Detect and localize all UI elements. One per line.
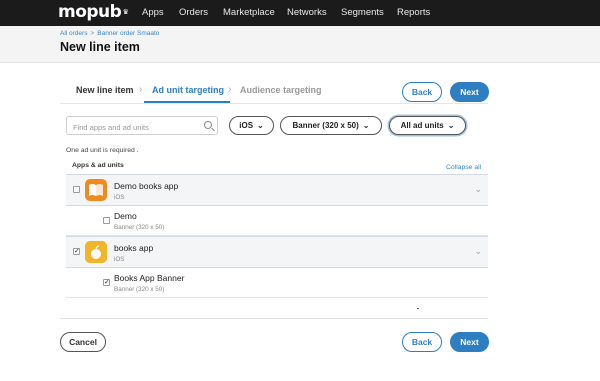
list-header: Apps & ad units xyxy=(72,162,124,169)
books-app-icon xyxy=(85,179,107,201)
ad-unit-row-demo[interactable]: Demo Banner (320 x 50) xyxy=(66,206,488,236)
app-platform: iOS xyxy=(114,256,125,263)
chevron-right-icon: › xyxy=(228,84,232,95)
chevron-down-icon: ⌄ xyxy=(362,121,370,130)
format-filter[interactable]: Banner (320 x 50) ⌄ xyxy=(280,116,382,135)
nav-segments[interactable]: Segments xyxy=(341,7,384,19)
nav-reports[interactable]: Reports xyxy=(397,7,430,19)
next-button-top[interactable]: Next xyxy=(450,82,489,102)
ad-unit-checkbox-books-banner[interactable]: ✓ xyxy=(103,279,110,286)
ad-unit-name: Demo xyxy=(114,211,137,221)
scope-filter-label: All ad units xyxy=(400,121,444,130)
format-filter-label: Banner (320 x 50) xyxy=(292,121,359,130)
ad-unit-row-books-banner[interactable]: ✓ Books App Banner Banner (320 x 50) xyxy=(66,268,488,298)
chevron-right-icon: › xyxy=(139,84,143,95)
ad-unit-checkbox-demo[interactable] xyxy=(103,217,110,224)
mopub-logo[interactable]: mopub ♛ xyxy=(58,2,129,22)
app-checkbox-demo-books[interactable] xyxy=(73,186,80,193)
back-button-bottom[interactable]: Back xyxy=(402,332,442,352)
app-checkbox-books[interactable]: ✓ xyxy=(73,248,80,255)
platform-filter[interactable]: iOS ⌄ xyxy=(229,116,274,135)
crown-icon: ♛ xyxy=(122,8,129,16)
app-name: books app xyxy=(114,243,154,253)
scope-filter[interactable]: All ad units ⌄ xyxy=(389,116,466,135)
nav-orders[interactable]: Orders xyxy=(179,7,208,19)
chevron-down-icon[interactable]: ⌄ xyxy=(474,246,482,257)
page-header: All orders > Banner order Smaato New line … xyxy=(0,26,600,63)
nav-marketplace[interactable]: Marketplace xyxy=(223,7,275,19)
back-button-top[interactable]: Back xyxy=(402,82,442,102)
step-new-line-item[interactable]: New line item xyxy=(76,85,134,95)
chevron-down-icon: ⌄ xyxy=(257,121,264,130)
breadcrumb: All orders > Banner order Smaato xyxy=(60,30,159,37)
chevron-down-icon: ⌄ xyxy=(447,121,455,130)
next-button-bottom[interactable]: Next xyxy=(450,332,489,352)
search-field xyxy=(66,116,218,136)
nav-apps[interactable]: Apps xyxy=(142,7,164,19)
app-row-demo-books[interactable]: Demo books app iOS ⌄ xyxy=(66,174,488,206)
divider xyxy=(60,103,488,104)
apple-icon xyxy=(85,241,107,263)
app-row-books[interactable]: ✓ books app iOS ⌄ xyxy=(66,236,488,268)
top-navigation-bar: mopub ♛ Apps Orders Marketplace Networks … xyxy=(0,0,600,26)
ad-unit-format: Banner (320 x 50) xyxy=(114,286,165,293)
ad-unit-format: Banner (320 x 50) xyxy=(114,224,165,231)
chevron-down-icon[interactable]: ⌄ xyxy=(474,184,482,195)
breadcrumb-all-orders[interactable]: All orders xyxy=(60,30,87,37)
breadcrumb-order[interactable]: Banner order Smaato xyxy=(97,30,159,37)
step-audience-targeting[interactable]: Audience targeting xyxy=(240,85,322,95)
loading-dot xyxy=(417,308,419,309)
cancel-button[interactable]: Cancel xyxy=(60,332,106,352)
search-icon[interactable] xyxy=(204,121,212,129)
divider xyxy=(60,318,488,319)
search-input[interactable] xyxy=(67,119,197,136)
page-title: New line item xyxy=(60,40,140,54)
app-name: Demo books app xyxy=(114,181,179,191)
logo-text: mopub xyxy=(58,2,122,22)
nav-networks[interactable]: Networks xyxy=(287,7,327,19)
ad-unit-name: Books App Banner xyxy=(114,273,185,283)
step-ad-unit-targeting[interactable]: Ad unit targeting xyxy=(152,85,224,95)
required-message: One ad unit is required . xyxy=(66,147,139,154)
platform-filter-label: iOS xyxy=(239,121,254,130)
app-platform: iOS xyxy=(114,194,125,201)
collapse-all-link[interactable]: Collapse all xyxy=(446,164,481,171)
breadcrumb-separator-icon: > xyxy=(90,30,95,37)
